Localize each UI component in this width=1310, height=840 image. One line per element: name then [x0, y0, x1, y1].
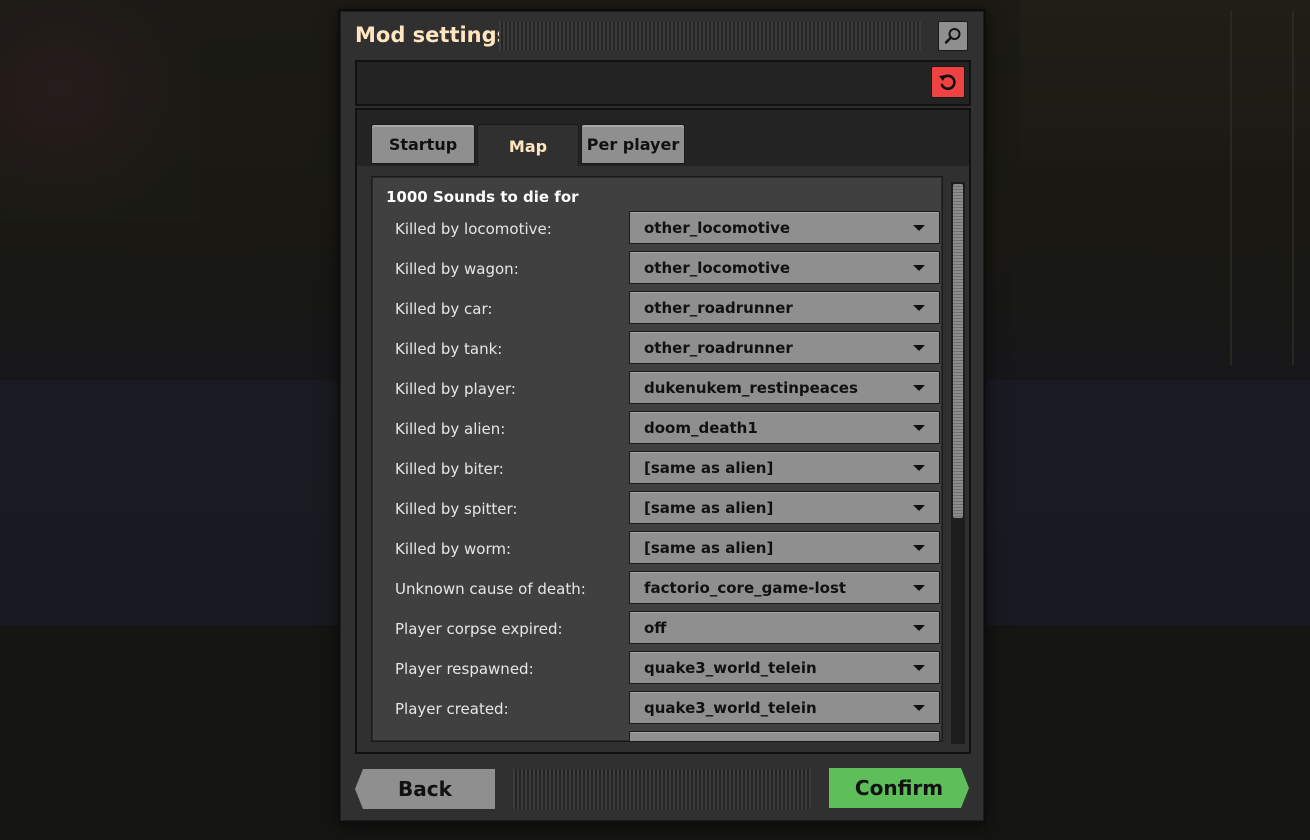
setting-row: Unknown cause of death: factorio_core_gam… [372, 571, 942, 607]
dropdown-value: [same as alien] [644, 539, 774, 557]
setting-dropdown[interactable]: doom_death1 [629, 411, 940, 444]
chevron-down-icon [913, 345, 925, 351]
chevron-down-icon [913, 665, 925, 671]
setting-dropdown[interactable]: [same as alien] [629, 451, 940, 484]
chevron-down-icon [913, 385, 925, 391]
search-icon [944, 28, 961, 44]
setting-dropdown[interactable]: [same as alien] [629, 531, 940, 564]
setting-label: Killed by player: [395, 380, 516, 398]
settings-toolbar [355, 60, 971, 106]
vertical-scrollbar[interactable] [951, 182, 965, 744]
setting-dropdown[interactable]: off [629, 611, 940, 644]
setting-label: Player corpse expired: [395, 620, 563, 638]
tab-per-player[interactable]: Per player [581, 124, 685, 164]
setting-dropdown[interactable]: [same as alien] [629, 491, 940, 524]
chevron-down-icon [913, 425, 925, 431]
chevron-down-icon [913, 705, 925, 711]
tab-startup[interactable]: Startup [371, 124, 475, 164]
setting-dropdown[interactable]: quake3_world_telein [629, 691, 940, 724]
setting-row: Killed by biter: [same as alien] [372, 451, 942, 487]
dropdown-value: other_locomotive [644, 259, 791, 277]
setting-dropdown[interactable]: quake3_world_telein [629, 651, 940, 684]
setting-label: Killed by alien: [395, 420, 506, 438]
reset-button[interactable] [931, 66, 965, 98]
dropdown-value: other_locomotive [644, 219, 791, 237]
setting-dropdown[interactable] [629, 731, 940, 741]
setting-dropdown[interactable]: other_roadrunner [629, 331, 940, 364]
setting-row: Killed by spitter: [same as alien] [372, 491, 942, 527]
setting-row: Killed by locomotive: other_locomotive [372, 211, 942, 247]
setting-label: Killed by spitter: [395, 500, 518, 518]
setting-label: Killed by wagon: [395, 260, 519, 278]
dropdown-value: off [644, 619, 667, 637]
tab-content: 1000 Sounds to die for Killed by locomot… [357, 166, 969, 752]
setting-label: Killed by locomotive: [395, 220, 552, 238]
footer-drag-handle[interactable] [513, 769, 811, 809]
setting-label: Killed by biter: [395, 460, 504, 478]
setting-dropdown[interactable]: other_locomotive [629, 211, 940, 244]
dropdown-value: doom_death1 [644, 419, 758, 437]
chevron-down-icon [913, 585, 925, 591]
tab-map[interactable]: Map [477, 124, 579, 168]
setting-label: Player respawned: [395, 660, 534, 678]
dropdown-value: [same as alien] [644, 459, 774, 477]
chevron-down-icon [913, 465, 925, 471]
setting-label: Killed by car: [395, 300, 493, 318]
setting-row: Player respawned: quake3_world_telein [372, 651, 942, 687]
dropdown-value: quake3_world_telein [644, 699, 817, 717]
setting-label: Killed by tank: [395, 340, 503, 358]
setting-dropdown[interactable]: factorio_core_game-lost [629, 571, 940, 604]
window-title: Mod settings [355, 23, 510, 47]
background-structure [1230, 10, 1294, 365]
tabbed-pane: Startup Map Per player 1000 Sounds to di… [355, 108, 971, 754]
setting-dropdown[interactable]: other_locomotive [629, 251, 940, 284]
dropdown-value: [same as alien] [644, 499, 774, 517]
search-button[interactable] [938, 21, 968, 51]
dropdown-value: other_roadrunner [644, 299, 793, 317]
chevron-down-icon [913, 265, 925, 271]
dropdown-value: dukenukem_restinpeaces [644, 379, 858, 397]
setting-row: Killed by car: other_roadrunner [372, 291, 942, 327]
chevron-down-icon [913, 625, 925, 631]
reset-icon [939, 74, 956, 91]
chevron-down-icon [913, 545, 925, 551]
setting-label: Killed by worm: [395, 540, 512, 558]
setting-row: Killed by worm: [same as alien] [372, 531, 942, 567]
setting-row: Killed by alien: doom_death1 [372, 411, 942, 447]
setting-dropdown[interactable]: other_roadrunner [629, 291, 940, 324]
setting-row: Player created: quake3_world_telein [372, 691, 942, 727]
back-button[interactable]: Back [355, 769, 495, 809]
setting-label: Unknown cause of death: [395, 580, 586, 598]
title-drag-handle[interactable] [499, 22, 921, 50]
chevron-down-icon [913, 225, 925, 231]
background-decoration [0, 0, 200, 220]
dropdown-value: quake3_world_telein [644, 659, 817, 677]
setting-row: Player corpse expired: off [372, 611, 942, 647]
scrollbar-thumb[interactable] [953, 184, 963, 518]
setting-row: Killed by wagon: other_locomotive [372, 251, 942, 287]
settings-list[interactable]: 1000 Sounds to die for Killed by locomot… [371, 176, 943, 742]
setting-label: Player created: [395, 700, 509, 718]
dialog-footer: Back Confirm [355, 768, 971, 810]
setting-row: Killed by player: dukenukem_restinpeaces [372, 371, 942, 407]
setting-dropdown[interactable]: dukenukem_restinpeaces [629, 371, 940, 404]
chevron-down-icon [913, 505, 925, 511]
mod-settings-window: Mod settings Startup Map Per player 1000… [340, 11, 984, 821]
confirm-button[interactable]: Confirm [829, 768, 969, 808]
section-title: 1000 Sounds to die for [386, 188, 579, 206]
dropdown-value: other_roadrunner [644, 339, 793, 357]
chevron-down-icon [913, 305, 925, 311]
setting-row: Killed by tank: other_roadrunner [372, 331, 942, 367]
dropdown-value: factorio_core_game-lost [644, 579, 847, 597]
